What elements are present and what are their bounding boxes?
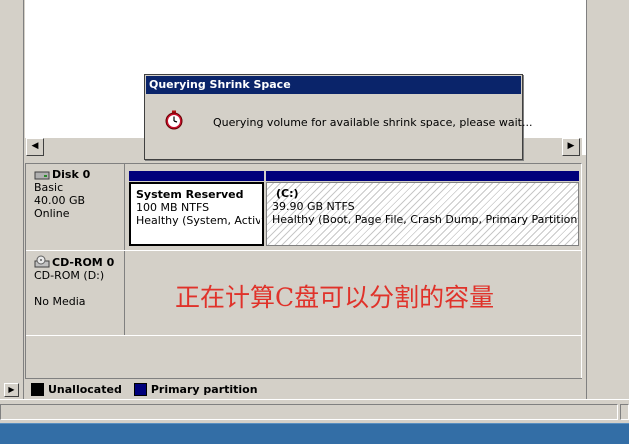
disk-type: Basic [34, 181, 64, 194]
legend-label-unallocated: Unallocated [48, 382, 122, 396]
disk-info[interactable]: Disk 0 Basic 40.00 GB Online [26, 164, 125, 250]
hard-disk-icon [34, 171, 50, 179]
partition-status: Healthy (System, Active, [136, 214, 264, 227]
disk-name: Disk 0 [52, 168, 91, 181]
dialog-title: Querying Shrink Space [146, 76, 521, 94]
scroll-left-icon[interactable]: ◀ [26, 138, 44, 156]
stopwatch-icon [165, 110, 183, 130]
partition-name: System Reserved [136, 188, 244, 201]
legend-swatch-unallocated [31, 382, 44, 396]
partition-system-reserved[interactable]: System Reserved 100 MB NTFS Healthy (Sys… [129, 171, 264, 246]
querying-shrink-dialog: Querying Shrink Space Querying volume fo… [144, 74, 532, 160]
partition-c-drive[interactable]: (C:) 39.90 GB NTFS Healthy (Boot, Page F… [266, 171, 579, 246]
partition-status: Healthy (Boot, Page File, Crash Dump, Pr… [272, 213, 579, 226]
disk-type: CD-ROM (D:) [34, 269, 105, 282]
partition-name: (C:) [276, 187, 299, 200]
dialog-message: Querying volume for available shrink spa… [213, 116, 533, 129]
partition-body[interactable]: System Reserved 100 MB NTFS Healthy (Sys… [129, 182, 264, 246]
legend-swatch-primary [133, 382, 147, 396]
disk-row-disk-0[interactable]: Disk 0 Basic 40.00 GB Online System Rese… [26, 164, 581, 251]
disk-status: No Media [34, 295, 86, 308]
partition-bar [266, 171, 579, 181]
disk-info[interactable]: CD-ROM 0 CD-ROM (D:) No Media [26, 251, 125, 335]
cdrom-icon [34, 255, 50, 268]
left-frame [0, 0, 24, 399]
right-frame [586, 0, 629, 399]
status-panel [620, 404, 629, 420]
scroll-right-icon[interactable]: ▶ [562, 138, 580, 156]
legend: Unallocated Primary partition [25, 378, 582, 399]
legend-label-primary: Primary partition [150, 382, 258, 396]
disk-name: CD-ROM 0 [52, 255, 115, 269]
scroll-left-icon[interactable]: ▶ [4, 383, 19, 397]
partition-size: 39.90 GB NTFS [272, 200, 355, 213]
disk-size: 40.00 GB [34, 194, 86, 207]
partition-body[interactable]: (C:) 39.90 GB NTFS Healthy (Boot, Page F… [266, 182, 579, 246]
partition-bar [129, 171, 264, 181]
taskbar[interactable] [0, 423, 629, 444]
status-panel [0, 404, 618, 420]
annotation-text: 正在计算C盘可以分割的容量 [175, 283, 495, 312]
partition-size: 100 MB NTFS [136, 201, 210, 214]
disk-status: Online [34, 207, 70, 220]
